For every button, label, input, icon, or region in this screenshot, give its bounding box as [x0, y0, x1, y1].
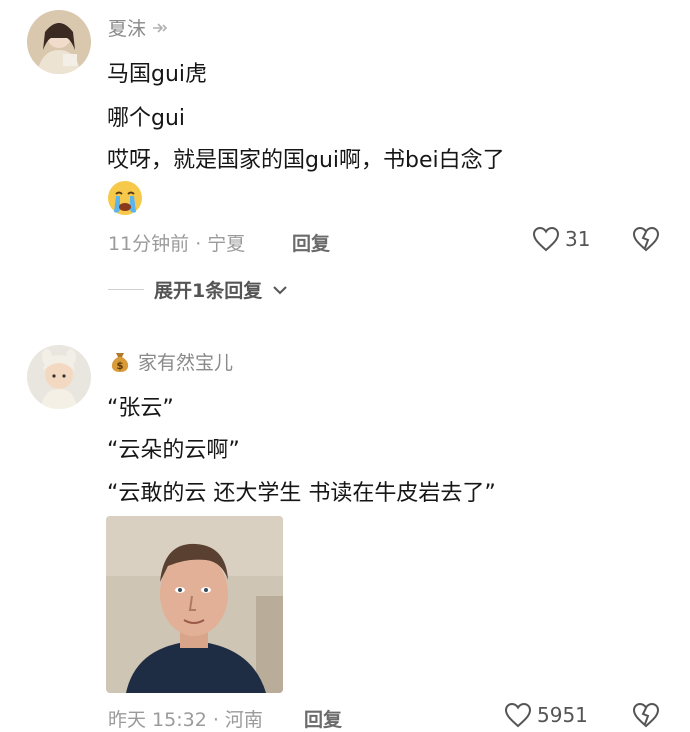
svg-text:$: $ [117, 361, 124, 372]
reply-button[interactable]: 回复 [292, 229, 330, 256]
divider [108, 289, 144, 290]
broken-heart-icon[interactable] [632, 702, 660, 728]
reply-button[interactable]: 回复 [304, 705, 342, 732]
comment-meta: 昨天 15:32 · 河南 回复 5951 [108, 702, 668, 732]
expand-replies-button[interactable]: 展开1条回复 [108, 276, 288, 303]
time-location: 11分钟前 · 宁夏 [108, 233, 246, 255]
comment-text-line: “云敢的云 还大学生 书读在牛皮岩去了” [107, 481, 496, 506]
heart-outline-icon [532, 226, 560, 252]
comment-text-line: “云朵的云啊” [107, 438, 240, 463]
like-button[interactable]: 31 [532, 226, 590, 252]
comment-text-line: 马国gui虎 [107, 62, 208, 87]
avatar[interactable] [27, 345, 91, 409]
video-thumbnail[interactable] [106, 516, 283, 693]
comment-text-line: “张云” [107, 396, 174, 421]
comment-text-line: 哪个gui [107, 106, 186, 131]
replied-arrow-icon [153, 22, 168, 33]
like-button[interactable]: 5951 [504, 702, 588, 728]
like-count: 5951 [537, 703, 588, 727]
expand-replies-label: 展开1条回复 [154, 280, 263, 302]
broken-heart-icon[interactable] [632, 226, 660, 252]
comment-meta: 11分钟前 · 宁夏 回复 31 [108, 226, 668, 256]
time-location: 昨天 15:32 · 河南 [108, 709, 263, 731]
username[interactable]: 夏沫 [108, 14, 168, 41]
heart-outline-icon [504, 702, 532, 728]
username[interactable]: $ 家有然宝儿 [108, 348, 233, 375]
chevron-down-icon [273, 285, 287, 294]
comment-text-line: 哎呀，就是国家的国gui啊，书bei白念了 [107, 148, 505, 173]
crying-face-emoji [108, 181, 142, 215]
like-count: 31 [565, 227, 591, 251]
money-bag-icon: $ [111, 352, 129, 372]
avatar[interactable] [27, 10, 91, 74]
